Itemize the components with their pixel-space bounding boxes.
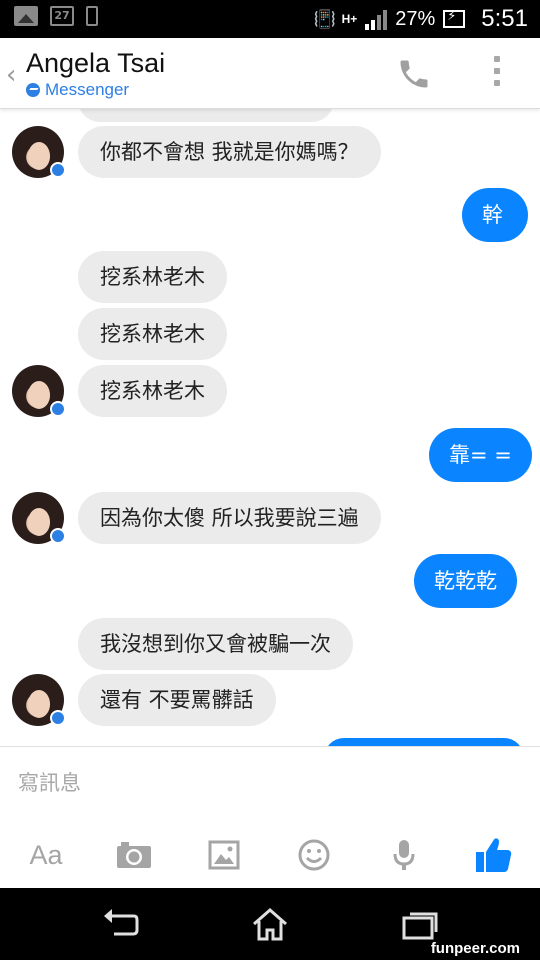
incoming-message[interactable]: 還有 不要罵髒話: [78, 674, 276, 726]
subtitle-text: Messenger: [45, 80, 130, 99]
text-format-label: Aa: [29, 839, 63, 870]
clock: 5:51: [481, 5, 528, 32]
sticker-button[interactable]: [294, 835, 334, 875]
contact-avatar[interactable]: [12, 492, 66, 544]
microphone-icon: [393, 840, 415, 870]
camera-icon: [117, 842, 151, 868]
outgoing-message[interactable]: 幹: [462, 188, 528, 242]
incoming-message[interactable]: 因為你太傻 所以我要說三遍: [78, 492, 381, 544]
signal-icon: [365, 8, 388, 30]
back-arrow-icon: [104, 909, 139, 936]
gallery-notification-icon: [14, 6, 38, 26]
gallery-button[interactable]: [204, 835, 244, 875]
contact-name[interactable]: Angela Tsai: [26, 48, 165, 79]
status-bar: 27 📳 H+ 27% 5:51: [0, 0, 540, 38]
conversation-header: ‹ Angela Tsai Messenger: [0, 38, 540, 109]
image-icon: [208, 840, 240, 870]
battery-percent: 27%: [395, 7, 436, 30]
recent-apps-button[interactable]: [400, 906, 440, 942]
home-icon: [253, 908, 287, 941]
contact-avatar[interactable]: [12, 674, 66, 726]
incoming-message[interactable]: 你都不會想 我就是你媽嗎？: [78, 126, 381, 178]
voice-button[interactable]: [384, 835, 424, 875]
back-button[interactable]: [100, 906, 140, 942]
more-options-button[interactable]: [492, 56, 502, 90]
watermark: funpeer.com: [430, 940, 520, 957]
like-button[interactable]: [474, 835, 514, 875]
messenger-icon: [26, 83, 40, 97]
more-vert-icon: [492, 56, 502, 86]
contact-avatar[interactable]: [12, 365, 66, 417]
phone-icon: [400, 60, 428, 88]
call-button[interactable]: [396, 56, 432, 92]
calendar-notification-icon: 27: [50, 6, 74, 26]
composer: 寫訊息 Aa: [0, 746, 540, 889]
text-format-button[interactable]: Aa: [26, 835, 66, 875]
device-notification-icon: [86, 6, 98, 26]
smiley-icon: [298, 839, 330, 871]
incoming-message[interactable]: 挖系林老木: [78, 251, 227, 303]
back-chevron-icon[interactable]: ‹: [6, 60, 16, 90]
battery-charging-icon: [443, 9, 466, 28]
incoming-message[interactable]: 挖系林老木: [78, 308, 227, 360]
vibrate-icon: 📳: [313, 9, 336, 29]
home-button[interactable]: [250, 906, 290, 942]
contact-avatar[interactable]: [12, 126, 66, 178]
outgoing-message[interactable]: 靠= =: [429, 428, 532, 482]
network-type: H+: [341, 12, 358, 26]
thumbs-up-icon: [476, 838, 512, 872]
incoming-message[interactable]: 我沒想到你又會被騙一次: [78, 618, 353, 670]
outgoing-message[interactable]: 乾乾乾: [414, 554, 517, 608]
system-navigation-bar: funpeer.com: [0, 888, 540, 960]
messenger-label: Messenger: [26, 80, 129, 100]
recent-apps-icon: [402, 912, 438, 940]
incoming-message[interactable]: 挖系林老木: [78, 365, 227, 417]
message-input[interactable]: 寫訊息: [18, 767, 81, 797]
camera-button[interactable]: [114, 835, 154, 875]
